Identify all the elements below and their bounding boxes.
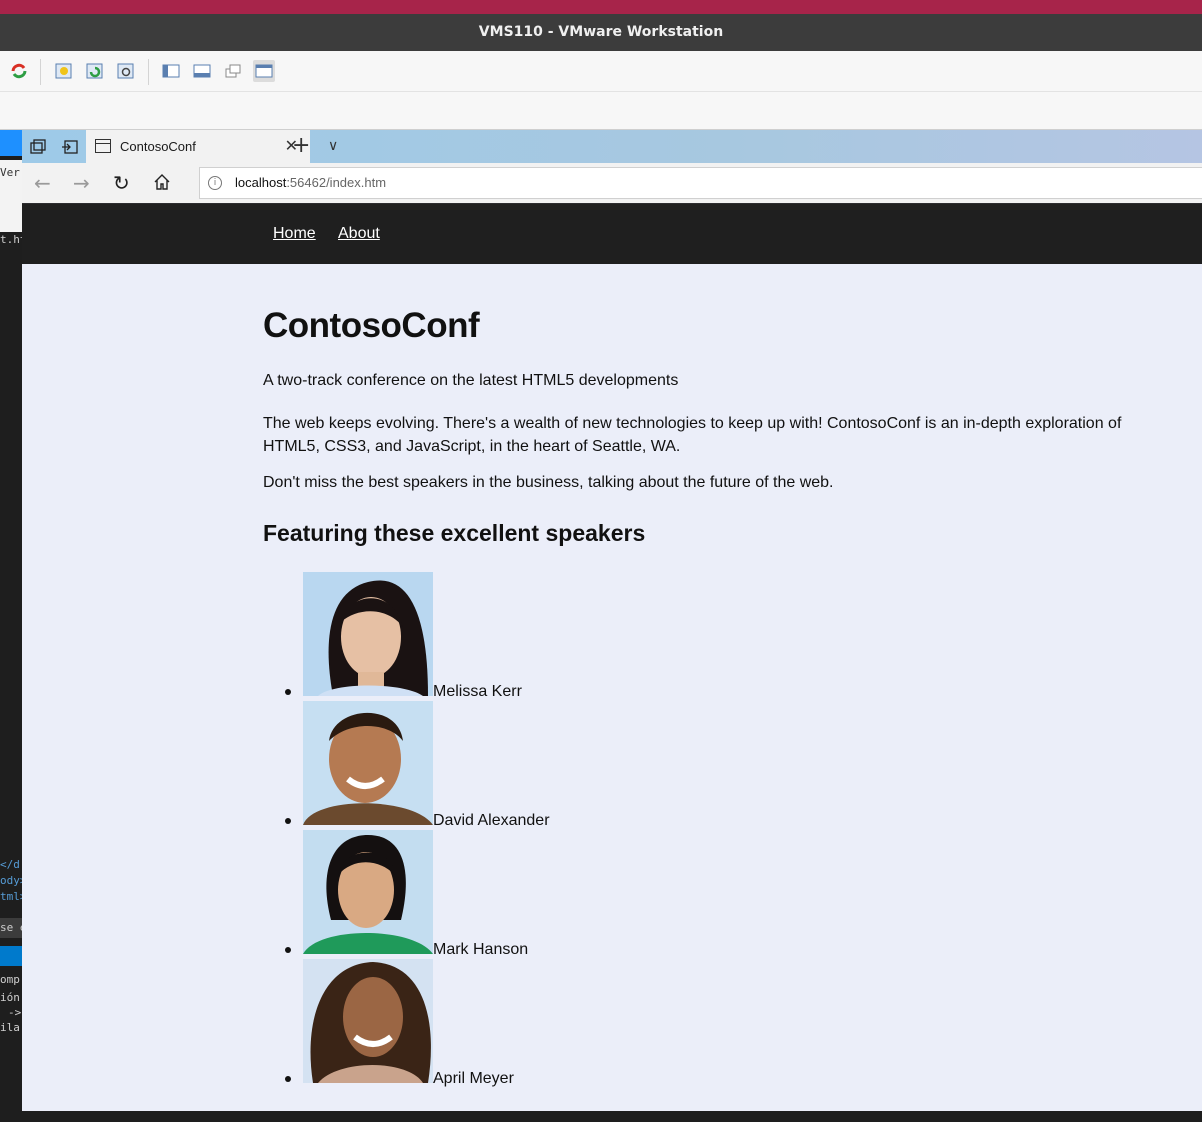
forward-icon[interactable]: → [73,171,90,195]
new-tab-icon[interactable]: + [292,133,310,159]
page-icon [95,139,111,153]
snapshot-icon[interactable] [53,60,75,82]
tab-title: ContosoConf [120,139,196,154]
speaker-name: Mark Hanson [433,941,529,958]
intro-paragraph: The web keeps evolving. There's a wealth… [263,415,1122,455]
back-icon[interactable]: ← [34,171,51,195]
speaker-photo [303,701,433,825]
host-editor-panel: Ver t.ht </d ody> tml> se e omp ión -> i… [0,130,22,1122]
page-body: ContosoConf A two-track conference on th… [22,264,1202,1111]
cta-paragraph: Don't miss the best speakers in the busi… [263,474,834,491]
browser-tab-bar: ContosoConf ✕ + ∨ [22,130,1202,163]
speakers-list: Melissa Kerr David Alexander Mark Hanson… [263,572,663,1088]
speaker-item: April Meyer [263,959,663,1088]
refresh-icon[interactable]: ↻ [113,171,130,195]
info-icon[interactable]: i [208,176,222,190]
nav-home-link[interactable]: Home [273,225,316,243]
url-text: localhost:56462/index.htm [235,175,387,190]
speaker-name: April Meyer [433,1070,514,1087]
vm-toolbar [0,51,1202,92]
url-input[interactable]: i localhost:56462/index.htm [199,167,1202,199]
tab-actions-icon[interactable] [27,136,49,158]
speaker-item: Mark Hanson [263,830,663,959]
window-bottom-edge [22,1111,1202,1122]
restore-snapshot-icon[interactable] [84,60,106,82]
full-screen-icon[interactable] [253,60,275,82]
browser-address-bar: ← → ↻ i localhost:56462/index.htm [22,163,1202,203]
set-tabs-aside-icon[interactable] [59,136,81,158]
speaker-name: David Alexander [433,812,550,829]
vm-window-title: VMS110 - VMware Workstation [0,14,1202,51]
vm-tab-strip [0,92,1202,130]
speakers-heading: Featuring these excellent speakers [263,520,646,546]
speaker-photo [303,572,433,696]
home-icon[interactable] [153,173,171,191]
speaker-item: Melissa Kerr [263,572,663,701]
snapshot-manager-icon[interactable] [115,60,137,82]
show-library-icon[interactable] [160,60,182,82]
speaker-item: David Alexander [263,701,663,830]
speaker-photo [303,959,433,1083]
tagline: A two-track conference on the latest HTM… [263,372,679,389]
tab-contosoconf[interactable]: ContosoConf ✕ [86,130,310,163]
thumbnail-bar-icon[interactable] [191,60,213,82]
site-navigation: Home About [22,204,1202,264]
speaker-photo [303,830,433,954]
unity-icon[interactable] [222,60,244,82]
speaker-name: Melissa Kerr [433,683,522,700]
chevron-down-icon[interactable]: ∨ [328,132,338,160]
nav-about-link[interactable]: About [338,225,380,243]
revert-snapshot-icon[interactable] [8,60,30,82]
system-top-bar [0,0,1202,14]
page-title: ContosoConf [263,306,480,345]
